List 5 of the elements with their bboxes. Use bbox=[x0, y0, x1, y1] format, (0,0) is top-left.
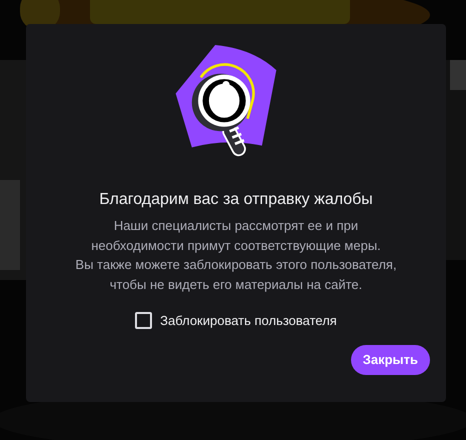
dialog-message: Наши специалисты рассмотрят ее и при необходимости примут соответствующие меры. Вы также можете заблокировать этого пользователя, чтобы не видеть его материалы на сайте. bbox=[75, 217, 397, 294]
close-button[interactable]: Закрыть bbox=[350, 344, 430, 375]
dialog-title: Благодарим вас за отправку жалобы bbox=[99, 190, 373, 210]
checkbox-label: Заблокировать пользователя bbox=[160, 312, 337, 328]
checkbox[interactable] bbox=[135, 312, 152, 329]
